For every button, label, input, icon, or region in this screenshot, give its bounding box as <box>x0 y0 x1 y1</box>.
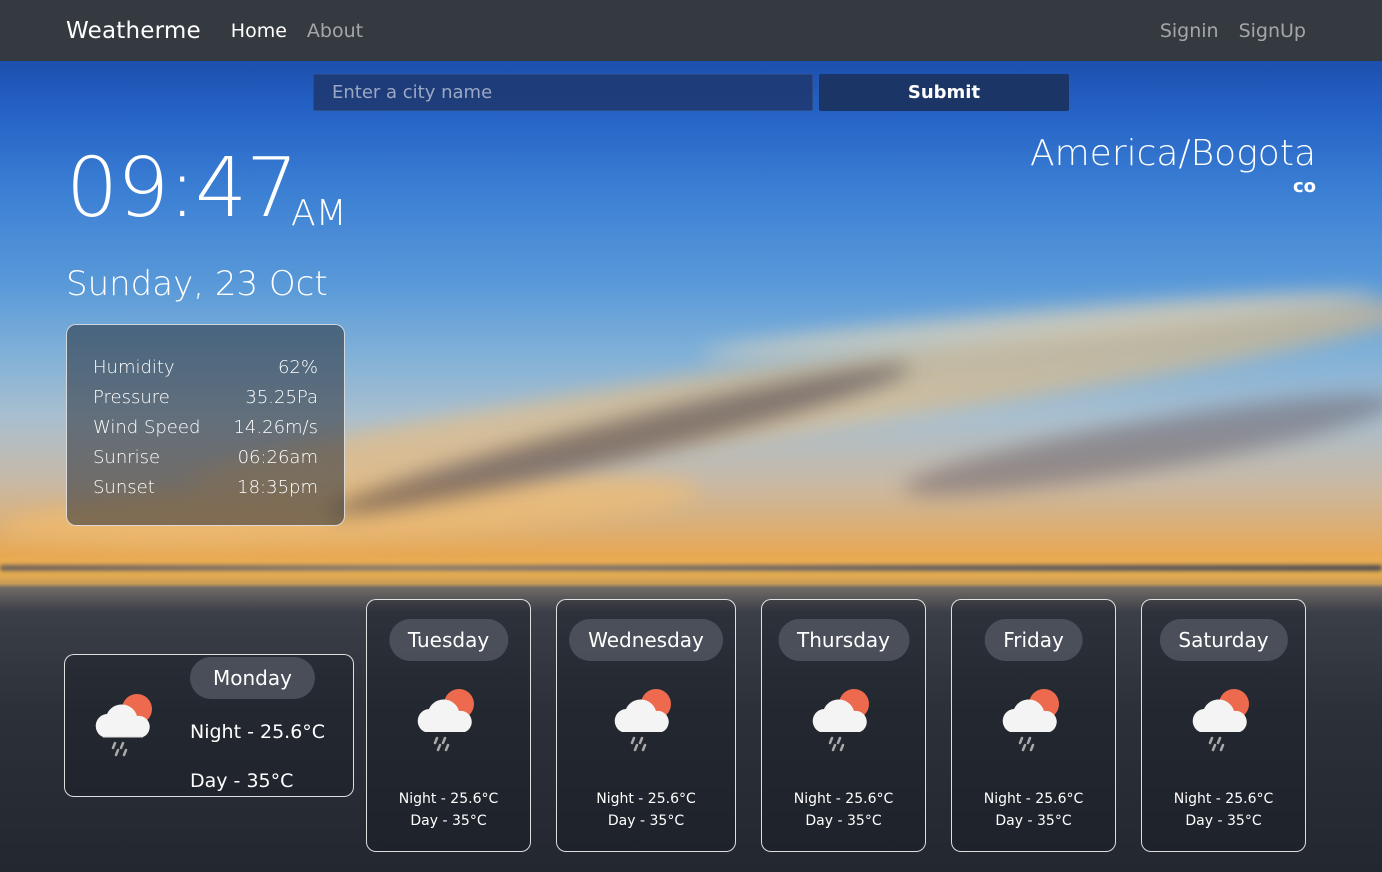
detail-pressure: Pressure 35.25Pa <box>93 383 318 413</box>
detail-label: Sunrise <box>93 447 161 468</box>
day-temp: Day - 35°C <box>1185 813 1262 829</box>
timezone-city: America/Bogota <box>1029 133 1316 174</box>
night-temp: Night - 25.6°C <box>190 721 326 743</box>
rain-cloud-sun-icon <box>808 686 880 752</box>
detail-sunset: Sunset 18:35pm <box>93 473 318 503</box>
day-label: Monday <box>190 657 315 699</box>
detail-value: 06:26am <box>237 447 318 468</box>
day-temp: Day - 35°C <box>607 813 685 829</box>
submit-button[interactable]: Submit <box>819 74 1069 111</box>
day-temp: Day - 35°C <box>190 770 294 792</box>
day-temp: Day - 35°C <box>995 813 1072 829</box>
rain-cloud-sun-icon <box>91 691 163 757</box>
rain-cloud-sun-icon <box>998 686 1070 752</box>
current-time: 09:47 <box>66 141 298 236</box>
night-temp: Night - 25.6°C <box>1173 791 1274 807</box>
night-temp: Night - 25.6°C <box>596 791 696 807</box>
detail-label: Pressure <box>93 387 170 408</box>
day-label: Friday <box>984 619 1083 661</box>
forecast-temps: Night - 25.6°C Day - 35°C <box>762 788 925 832</box>
night-temp: Night - 25.6°C <box>398 791 499 807</box>
detail-label: Wind Speed <box>93 417 201 438</box>
rain-cloud-sun-icon <box>413 686 485 752</box>
weather-details-panel: Humidity 62% Pressure 35.25Pa Wind Speed… <box>66 324 345 526</box>
forecast-temps: Night - 25.6°C Day - 35°C <box>557 788 735 832</box>
forecast-card-thursday: Thursday Night - 25.6°C Day - 35°C <box>761 599 926 852</box>
day-label: Thursday <box>778 619 909 661</box>
forecast-card-tuesday: Tuesday Night - 25.6°C Day - 35°C <box>366 599 531 852</box>
nav-about[interactable]: About <box>307 20 363 42</box>
day-temp: Day - 35°C <box>805 813 882 829</box>
day-label: Wednesday <box>569 619 723 661</box>
rain-cloud-sun-icon <box>610 686 682 752</box>
current-date: Sunday, 23 Oct <box>66 264 328 304</box>
rain-cloud-sun-icon <box>1188 686 1260 752</box>
nav-home[interactable]: Home <box>231 20 287 42</box>
detail-value: 62% <box>277 357 318 378</box>
detail-sunrise: Sunrise 06:26am <box>93 443 318 473</box>
day-temp: Day - 35°C <box>410 813 487 829</box>
nav-auth: Signin SignUp <box>1160 20 1306 42</box>
forecast-temps: Night - 25.6°C Day - 35°C <box>367 788 530 832</box>
night-temp: Night - 25.6°C <box>983 791 1084 807</box>
detail-value: 18:35pm <box>237 477 318 498</box>
forecast-card-saturday: Saturday Night - 25.6°C Day - 35°C <box>1141 599 1306 852</box>
nav-signup[interactable]: SignUp <box>1239 20 1306 42</box>
detail-wind-speed: Wind Speed 14.26m/s <box>93 413 318 443</box>
time-ampm: AM <box>291 193 347 234</box>
detail-label: Humidity <box>93 357 175 378</box>
forecast-temps: Night - 25.6°C Day - 35°C <box>1142 788 1305 832</box>
country-code: co <box>1292 176 1316 197</box>
brand-logo[interactable]: Weatherme <box>66 18 201 44</box>
forecast-card-wednesday: Wednesday Night - 25.6°C Day - 35°C <box>556 599 736 852</box>
detail-label: Sunset <box>93 477 155 498</box>
night-temp: Night - 25.6°C <box>793 791 894 807</box>
detail-value: 35.25Pa <box>245 387 318 408</box>
nav-signin[interactable]: Signin <box>1160 20 1219 42</box>
forecast-temps: Night - 25.6°C Day - 35°C <box>952 788 1115 832</box>
day-label: Tuesday <box>388 619 509 661</box>
day-label: Saturday <box>1159 619 1288 661</box>
navbar: Weatherme Home About Signin SignUp <box>0 0 1382 61</box>
city-search-input[interactable] <box>313 74 813 111</box>
forecast-card-friday: Friday Night - 25.6°C Day - 35°C <box>951 599 1116 852</box>
detail-humidity: Humidity 62% <box>93 353 318 383</box>
detail-value: 14.26m/s <box>233 417 318 438</box>
today-forecast-card: Monday Night - 25.6°C Day - 35°C <box>64 654 354 797</box>
location: America/Bogota co <box>1030 133 1316 197</box>
